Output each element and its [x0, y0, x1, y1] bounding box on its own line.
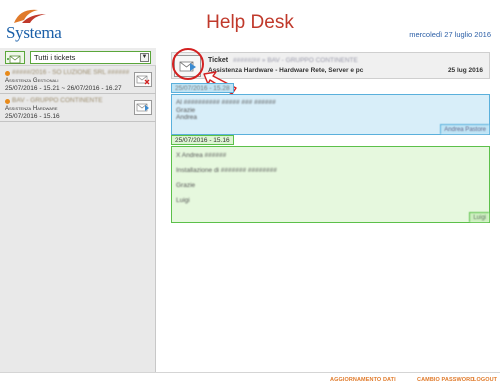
ticket-closed-icon[interactable] [134, 72, 152, 87]
message-timestamp: 25/07/2016 - 15.28 [171, 83, 234, 93]
current-date: mercoledì 27 luglio 2016 [409, 30, 491, 39]
footer: AGGIORNAMENTO DATI CAMBIO PASSWORD LOGOU… [0, 372, 500, 387]
ticket-filter-select[interactable]: Tutti i tickets ▼ [30, 51, 151, 64]
ticket-label: Ticket [208, 57, 229, 64]
message-timestamp: 25/07/2016 - 15.16 [171, 135, 234, 145]
ticket-dates: 25/07/2016 - 15.16 [5, 113, 60, 120]
header: Systema Help Desk mercoledì 27 luglio 20… [0, 0, 500, 48]
update-data-link[interactable]: AGGIORNAMENTO DATI [330, 377, 396, 383]
message-line: X Andrea ###### [176, 152, 227, 159]
message-line: Grazie [176, 107, 196, 114]
ticket-dates: 25/07/2016 - 15.21 ~ 26/07/2016 - 16.27 [5, 85, 122, 92]
ticket-detail: Ticket #####/## » BAV - GRUPPO CONTINENT… [167, 48, 490, 372]
status-dot [5, 99, 10, 104]
new-envelope-icon [7, 55, 21, 64]
ticket-date: 25 lug 2016 [447, 67, 483, 74]
new-ticket-button[interactable] [5, 51, 25, 64]
ticket-list-item[interactable]: #####/2016 - SO LUZIONE SRL ###### Assis… [0, 67, 156, 94]
message-box: X Andrea ###### Installazione di #######… [171, 146, 490, 223]
message-signature: Andrea Pastore [440, 124, 489, 134]
ticket-category: Assistenza Hardware [5, 106, 58, 112]
ticket-list-item[interactable]: BAV - GRUPPO CONTINENTE Assistenza Hardw… [0, 95, 156, 122]
status-dot [5, 71, 10, 76]
message-line: Andrea [176, 114, 197, 121]
ticket-category: Assistenza Gestionali [5, 78, 59, 84]
ticket-title: BAV - GRUPPO CONTINENTE [12, 97, 103, 104]
filter-bar: Tutti i tickets ▼ [0, 48, 156, 66]
ticket-sidebar: Tutti i tickets ▼ #####/2016 - SO LUZION… [0, 48, 156, 372]
highlight-circle [172, 48, 204, 80]
logout-link[interactable]: LOGOUT [473, 377, 497, 383]
message-line: Installazione di ####### ######## [176, 167, 277, 174]
message-box: Al ########## ##### ### ###### Grazie An… [171, 94, 490, 135]
ticket-reply-icon[interactable] [134, 100, 152, 115]
chevron-down-icon[interactable]: ▼ [140, 53, 149, 62]
change-password-link[interactable]: CAMBIO PASSWORD [417, 377, 474, 383]
ticket-filter-value: Tutti i tickets [34, 53, 76, 62]
ticket-id: #####/## » BAV - GRUPPO CONTINENTE [233, 57, 358, 64]
message-line: Grazie [176, 182, 196, 189]
message-line: Luigi [176, 197, 190, 204]
ticket-title: #####/2016 - SO LUZIONE SRL ###### [12, 69, 130, 76]
message-line: Al ########## ##### ### ###### [176, 99, 276, 106]
message-signature: Luigi [469, 212, 489, 222]
